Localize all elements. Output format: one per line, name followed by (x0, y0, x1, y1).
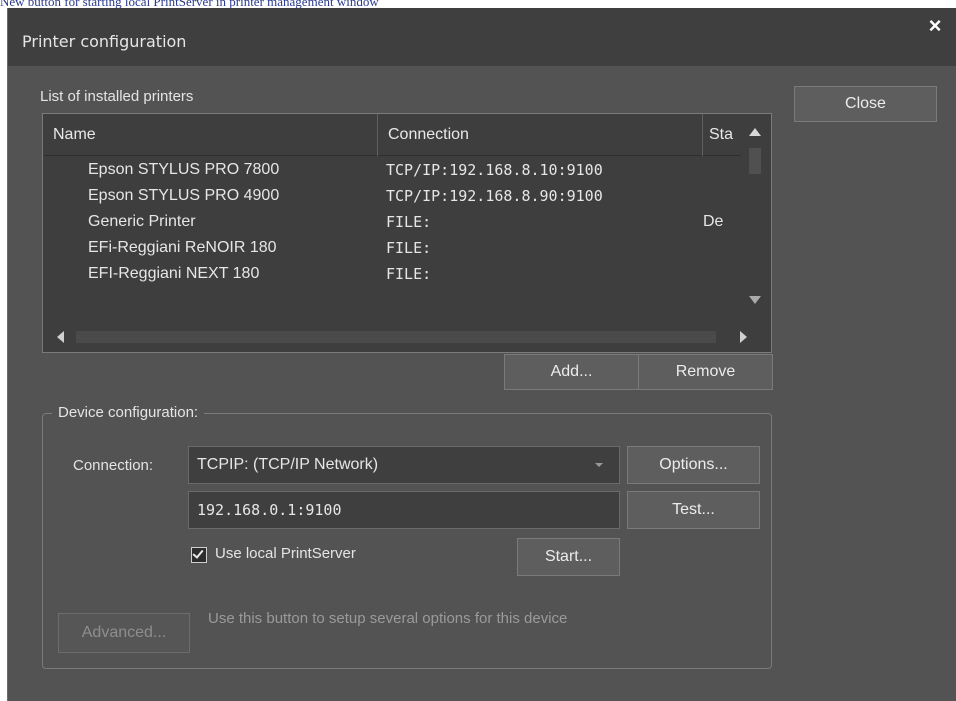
printer-name: Epson STYLUS PRO 4900 (88, 187, 280, 204)
arrow-left-icon[interactable] (57, 331, 64, 343)
close-button[interactable]: Close (794, 86, 937, 122)
printers-list[interactable]: Name Connection Sta Epson STYLUS PRO 780… (42, 113, 772, 353)
start-printserver-button[interactable]: Start... (517, 538, 620, 576)
connection-dropdown-value: TCPIP: (TCP/IP Network) (197, 456, 379, 473)
printer-connection: FILE: (386, 239, 432, 257)
printer-status: De (703, 213, 724, 230)
printer-name: Epson STYLUS PRO 7800 (88, 161, 280, 178)
printers-list-header: Name Connection Sta (43, 114, 771, 156)
screenshot-caption: New button for starting local PrintServe… (0, 0, 379, 9)
advanced-hint: Use this button to setup several options… (208, 610, 568, 627)
printer-configuration-dialog: Printer configuration × List of installe… (7, 8, 956, 701)
table-row[interactable]: Epson STYLUS PRO 4900 TCP/IP:192.168.8.9… (43, 183, 743, 209)
chevron-down-icon (595, 463, 603, 467)
advanced-button[interactable]: Advanced... (58, 613, 190, 653)
printers-section-label: List of installed printers (40, 88, 194, 105)
horizontal-scrollbar[interactable] (43, 321, 771, 352)
title-bar: Printer configuration × (8, 8, 956, 66)
printer-name: Generic Printer (88, 213, 196, 230)
address-field[interactable]: 192.168.0.1:9100 (188, 491, 620, 529)
test-button[interactable]: Test... (627, 491, 760, 529)
remove-printer-button[interactable]: Remove (638, 354, 773, 390)
column-header-status[interactable]: Sta (703, 114, 743, 156)
connection-dropdown[interactable]: TCPIP: (TCP/IP Network) (188, 446, 620, 484)
arrow-up-icon[interactable] (749, 128, 761, 136)
table-row[interactable]: Generic Printer FILE: De (43, 209, 743, 235)
printer-connection: TCP/IP:192.168.8.90:9100 (386, 187, 603, 205)
horizontal-scroll-track[interactable] (76, 331, 716, 343)
table-row[interactable]: Epson STYLUS PRO 7800 TCP/IP:192.168.8.1… (43, 157, 743, 183)
printers-rows: Epson STYLUS PRO 7800 TCP/IP:192.168.8.1… (43, 157, 743, 287)
use-local-printserver-label[interactable]: Use local PrintServer (215, 545, 356, 562)
table-row[interactable]: EFi-Reggiani ReNOIR 180 FILE: (43, 235, 743, 261)
arrow-down-icon[interactable] (749, 296, 761, 304)
printer-status (703, 157, 739, 183)
printer-connection: FILE: (386, 265, 432, 283)
printer-connection: TCP/IP:192.168.8.10:9100 (386, 161, 603, 179)
address-field-value: 192.168.0.1:9100 (197, 501, 342, 519)
use-local-printserver-checkbox[interactable] (191, 547, 207, 563)
printer-name: EFi-Reggiani ReNOIR 180 (88, 239, 277, 256)
close-icon[interactable]: × (921, 12, 949, 40)
vertical-scroll-thumb[interactable] (749, 148, 761, 174)
column-header-name[interactable]: Name (43, 114, 378, 156)
column-header-connection[interactable]: Connection (378, 114, 703, 156)
printer-status (703, 183, 739, 209)
printer-status (703, 235, 739, 261)
vertical-scrollbar[interactable] (741, 114, 771, 312)
device-configuration-legend: Device configuration: (52, 404, 205, 421)
checkmark-icon (192, 547, 204, 559)
options-button[interactable]: Options... (627, 446, 760, 484)
add-printer-button[interactable]: Add... (504, 354, 639, 390)
printer-status (703, 261, 739, 287)
printer-name: EFI-Reggiani NEXT 180 (88, 265, 260, 282)
table-row[interactable]: EFI-Reggiani NEXT 180 FILE: (43, 261, 743, 287)
connection-label: Connection: (73, 457, 154, 474)
printer-connection: FILE: (386, 213, 432, 231)
arrow-right-icon[interactable] (740, 331, 747, 343)
window-title: Printer configuration (22, 32, 187, 51)
